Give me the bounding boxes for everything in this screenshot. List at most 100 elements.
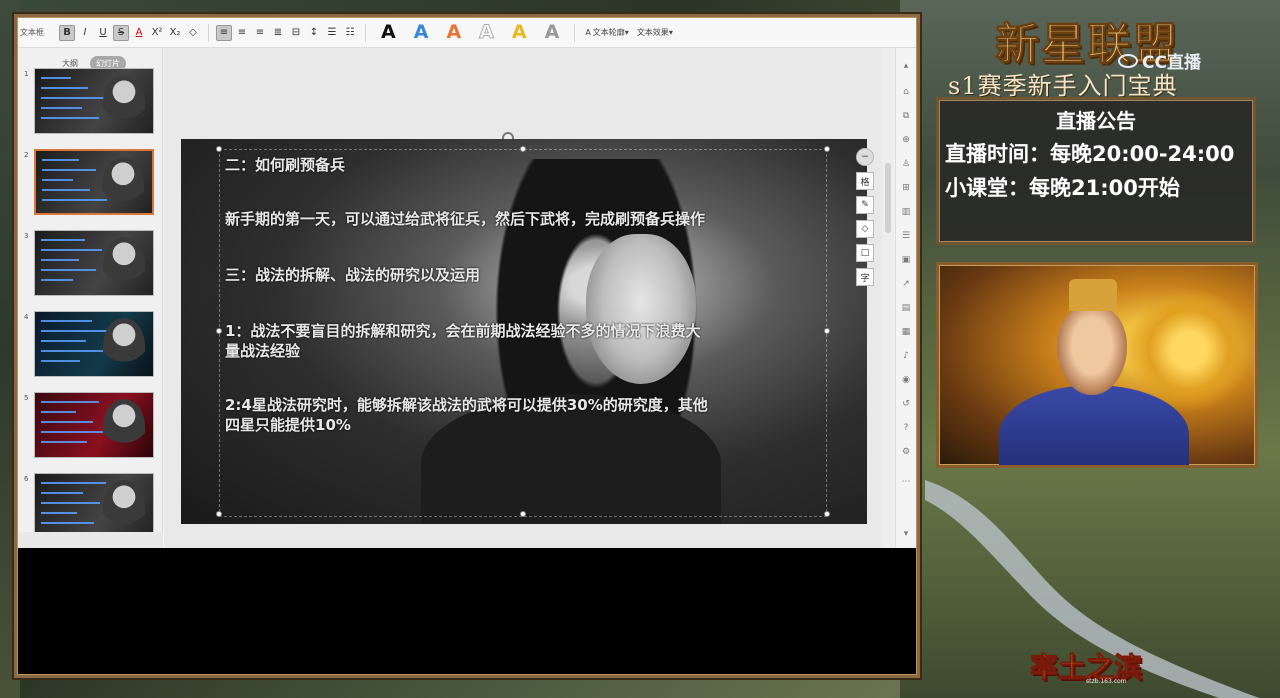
share-icon[interactable]: ↗ — [900, 278, 912, 290]
format-painter-icon[interactable]: 格 — [856, 172, 874, 190]
italic-button[interactable]: I — [77, 25, 93, 41]
resize-handle[interactable] — [824, 511, 830, 517]
distribute-icon[interactable]: ⊟ — [288, 25, 304, 41]
text-effects-dropdown[interactable]: 文本效果 ▾ — [637, 27, 673, 38]
thumbnail-text-line — [41, 340, 86, 342]
text-style-4[interactable]: A — [479, 22, 495, 42]
thumbnail-text-line — [41, 117, 99, 119]
bold-button[interactable]: B — [59, 24, 75, 41]
notice-line-schedule: 直播时间：每晚20:00-24:00 — [945, 142, 1235, 166]
slide-thumbnail[interactable]: 3 — [18, 228, 163, 298]
slide-thumbnail-number: 4 — [24, 313, 29, 321]
slide-thumbnail[interactable]: 5 — [18, 390, 163, 460]
slide-paragraph-3[interactable]: 2:4星战法研究时，能够拆解该战法的武将可以提供30%的研究度，其他 四星只能提… — [225, 395, 708, 435]
text-style-3[interactable]: A — [446, 23, 461, 42]
collapse-icon[interactable]: − — [856, 148, 874, 166]
thumbnail-text-line — [41, 107, 82, 109]
text-style-1[interactable]: A — [381, 23, 396, 42]
resize-handle[interactable] — [824, 146, 830, 152]
slide-thumbnail-image — [34, 149, 154, 215]
thumbnail-text-line — [41, 492, 83, 494]
media-icon[interactable]: ▣ — [900, 254, 912, 266]
slide-thumbnail[interactable]: 2 — [18, 147, 163, 217]
help-icon[interactable]: ? — [900, 422, 912, 434]
align-right-icon[interactable]: ≡ — [252, 25, 268, 41]
thumbnail-text-line — [41, 330, 109, 332]
current-slide[interactable]: 二：如何刷预备兵 新手期的第一天，可以通过给武将征兵，然后下武将，完成刷预备兵操… — [181, 139, 867, 524]
history-icon[interactable]: ↺ — [900, 398, 912, 410]
text-style-6[interactable]: A — [545, 23, 560, 42]
chart-icon[interactable]: ▥ — [900, 206, 912, 218]
location-icon[interactable]: ◉ — [900, 374, 912, 386]
thumbnail-figure — [103, 318, 145, 374]
resize-handle[interactable] — [520, 146, 526, 152]
formatting-toolbar: 文本框 B I U S A X² X₂ ◇ ≡ ≡ ≡ ≣ ⊟ ↕ ☰ ☷ A … — [18, 18, 916, 48]
thumbnail-text-line — [42, 159, 79, 161]
more-icon[interactable]: ⋯ — [900, 476, 912, 488]
font-icon[interactable]: 字 — [856, 268, 874, 286]
line-spacing-icon[interactable]: ↕ — [306, 25, 322, 41]
thumbnail-text-line — [41, 249, 102, 251]
underline-button[interactable]: U — [95, 25, 111, 41]
slide-thumbnail[interactable]: 1 — [18, 66, 163, 136]
thumbnail-text-line — [41, 87, 88, 89]
thumbnail-text-line — [41, 401, 99, 403]
portrait-crown — [1069, 279, 1117, 311]
slide-thumbnail-number: 6 — [24, 475, 29, 483]
thumbnail-text-line — [41, 77, 71, 79]
resize-handle[interactable] — [520, 511, 526, 517]
align-left-icon[interactable]: ≡ — [216, 24, 232, 41]
resize-handle[interactable] — [216, 328, 222, 334]
border-icon[interactable]: □ — [856, 244, 874, 262]
thumbnail-text-line — [41, 411, 76, 413]
chevron-up-icon[interactable]: ▴ — [900, 60, 912, 72]
slide-heading-3[interactable]: 三：战法的拆解、战法的研究以及运用 — [225, 265, 480, 285]
thumbnail-text-line — [41, 269, 96, 271]
slide-thumbnail[interactable]: 6 — [18, 471, 163, 541]
grid-icon[interactable]: ⊞ — [900, 182, 912, 194]
clear-format-icon[interactable]: ◇ — [185, 25, 201, 41]
copy-icon[interactable]: ⧉ — [900, 110, 912, 122]
font-color-button[interactable]: A — [131, 25, 147, 41]
thumbnail-text-line — [42, 199, 107, 201]
portrait-face — [1057, 305, 1127, 395]
list-icon[interactable]: ☰ — [324, 25, 340, 41]
subscript-button[interactable]: X₂ — [167, 25, 183, 41]
thumbnail-text-line — [41, 512, 77, 514]
pane-scroll-area[interactable] — [18, 532, 163, 548]
slide-paragraph-1[interactable]: 新手期的第一天，可以通过给武将征兵，然后下武将，完成刷预备兵操作 — [225, 209, 705, 229]
thumbnail-text-line — [41, 320, 92, 322]
thumbnail-figure — [103, 480, 145, 536]
align-center-icon[interactable]: ≡ — [234, 25, 250, 41]
slide-heading-2[interactable]: 二：如何刷预备兵 — [225, 155, 345, 175]
slide-paragraph-2[interactable]: 1：战法不要盲目的拆解和研究，会在前期战法经验不多的情况下浪费大 量战法经验 — [225, 321, 700, 361]
link-icon[interactable]: ⊕ — [900, 134, 912, 146]
resize-handle[interactable] — [216, 146, 222, 152]
template-icon[interactable]: ▤ — [900, 302, 912, 314]
numbered-list-icon[interactable]: ☷ — [342, 25, 358, 41]
strikethrough-button[interactable]: S — [113, 24, 129, 41]
text-style-2[interactable]: A — [414, 23, 429, 42]
image-icon[interactable]: ▦ — [900, 326, 912, 338]
scrollbar-thumb[interactable] — [885, 163, 891, 233]
shape-icon[interactable]: ⌂ — [900, 86, 912, 98]
pen-icon[interactable]: ✎ — [856, 196, 874, 214]
text-outline-dropdown[interactable]: A 文本轮廓 ▾ — [585, 27, 629, 38]
font-box-dropdown[interactable]: 文本框 — [18, 27, 58, 38]
thumbnail-text-line — [42, 189, 90, 191]
user-icon[interactable]: ♙ — [900, 158, 912, 170]
text-style-5[interactable]: A — [512, 23, 527, 42]
slide-thumbnail[interactable]: 4 — [18, 309, 163, 379]
settings-gear-icon[interactable]: ⚙ — [900, 446, 912, 458]
toolbar-divider — [574, 23, 576, 42]
audio-icon[interactable]: ♪ — [900, 350, 912, 362]
slide-thumbnail-image — [34, 230, 154, 296]
settings-icon[interactable]: ☰ — [900, 230, 912, 242]
superscript-button[interactable]: X² — [149, 25, 165, 41]
justify-icon[interactable]: ≣ — [270, 25, 286, 41]
editor-scrollbar[interactable] — [882, 48, 894, 548]
chevron-down-icon[interactable]: ▾ — [900, 528, 912, 540]
fill-icon[interactable]: ◇ — [856, 220, 874, 238]
resize-handle[interactable] — [824, 328, 830, 334]
resize-handle[interactable] — [216, 511, 222, 517]
